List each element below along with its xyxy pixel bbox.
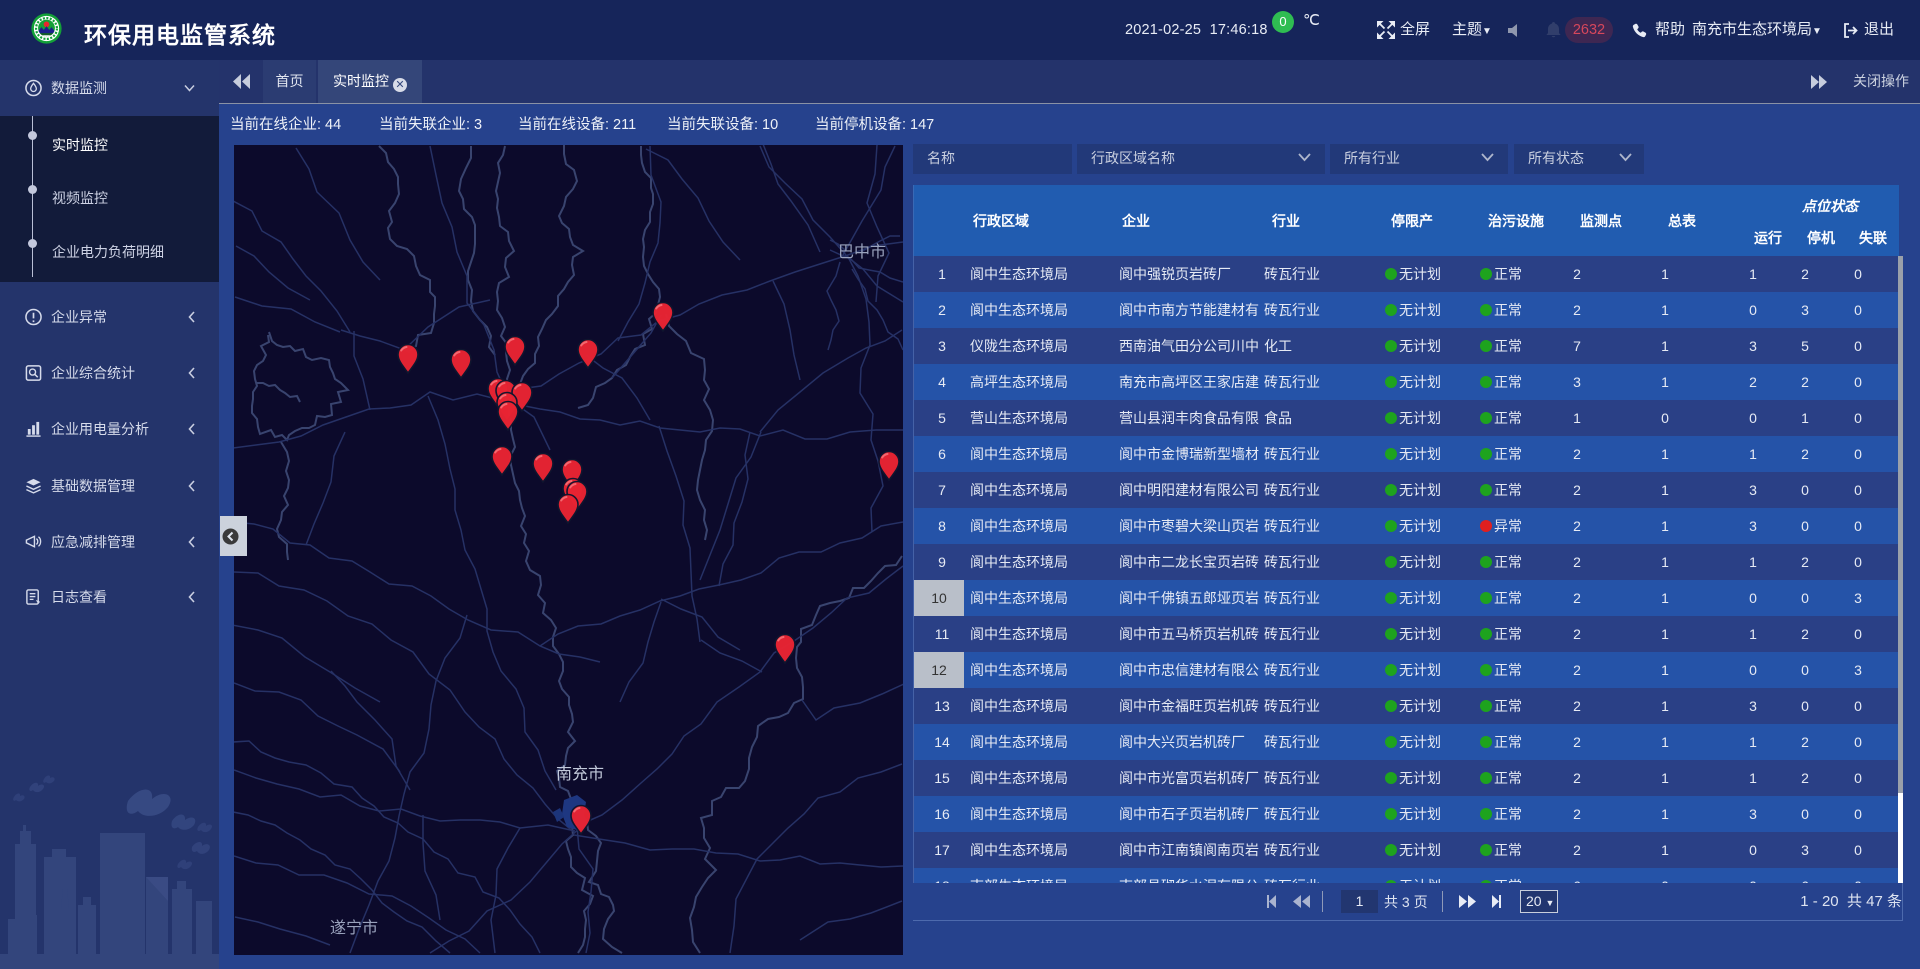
svg-text:巴中市: 巴中市 [838, 243, 886, 261]
svg-text:南充市: 南充市 [556, 765, 604, 783]
svg-text:遂宁市: 遂宁市 [330, 919, 378, 937]
